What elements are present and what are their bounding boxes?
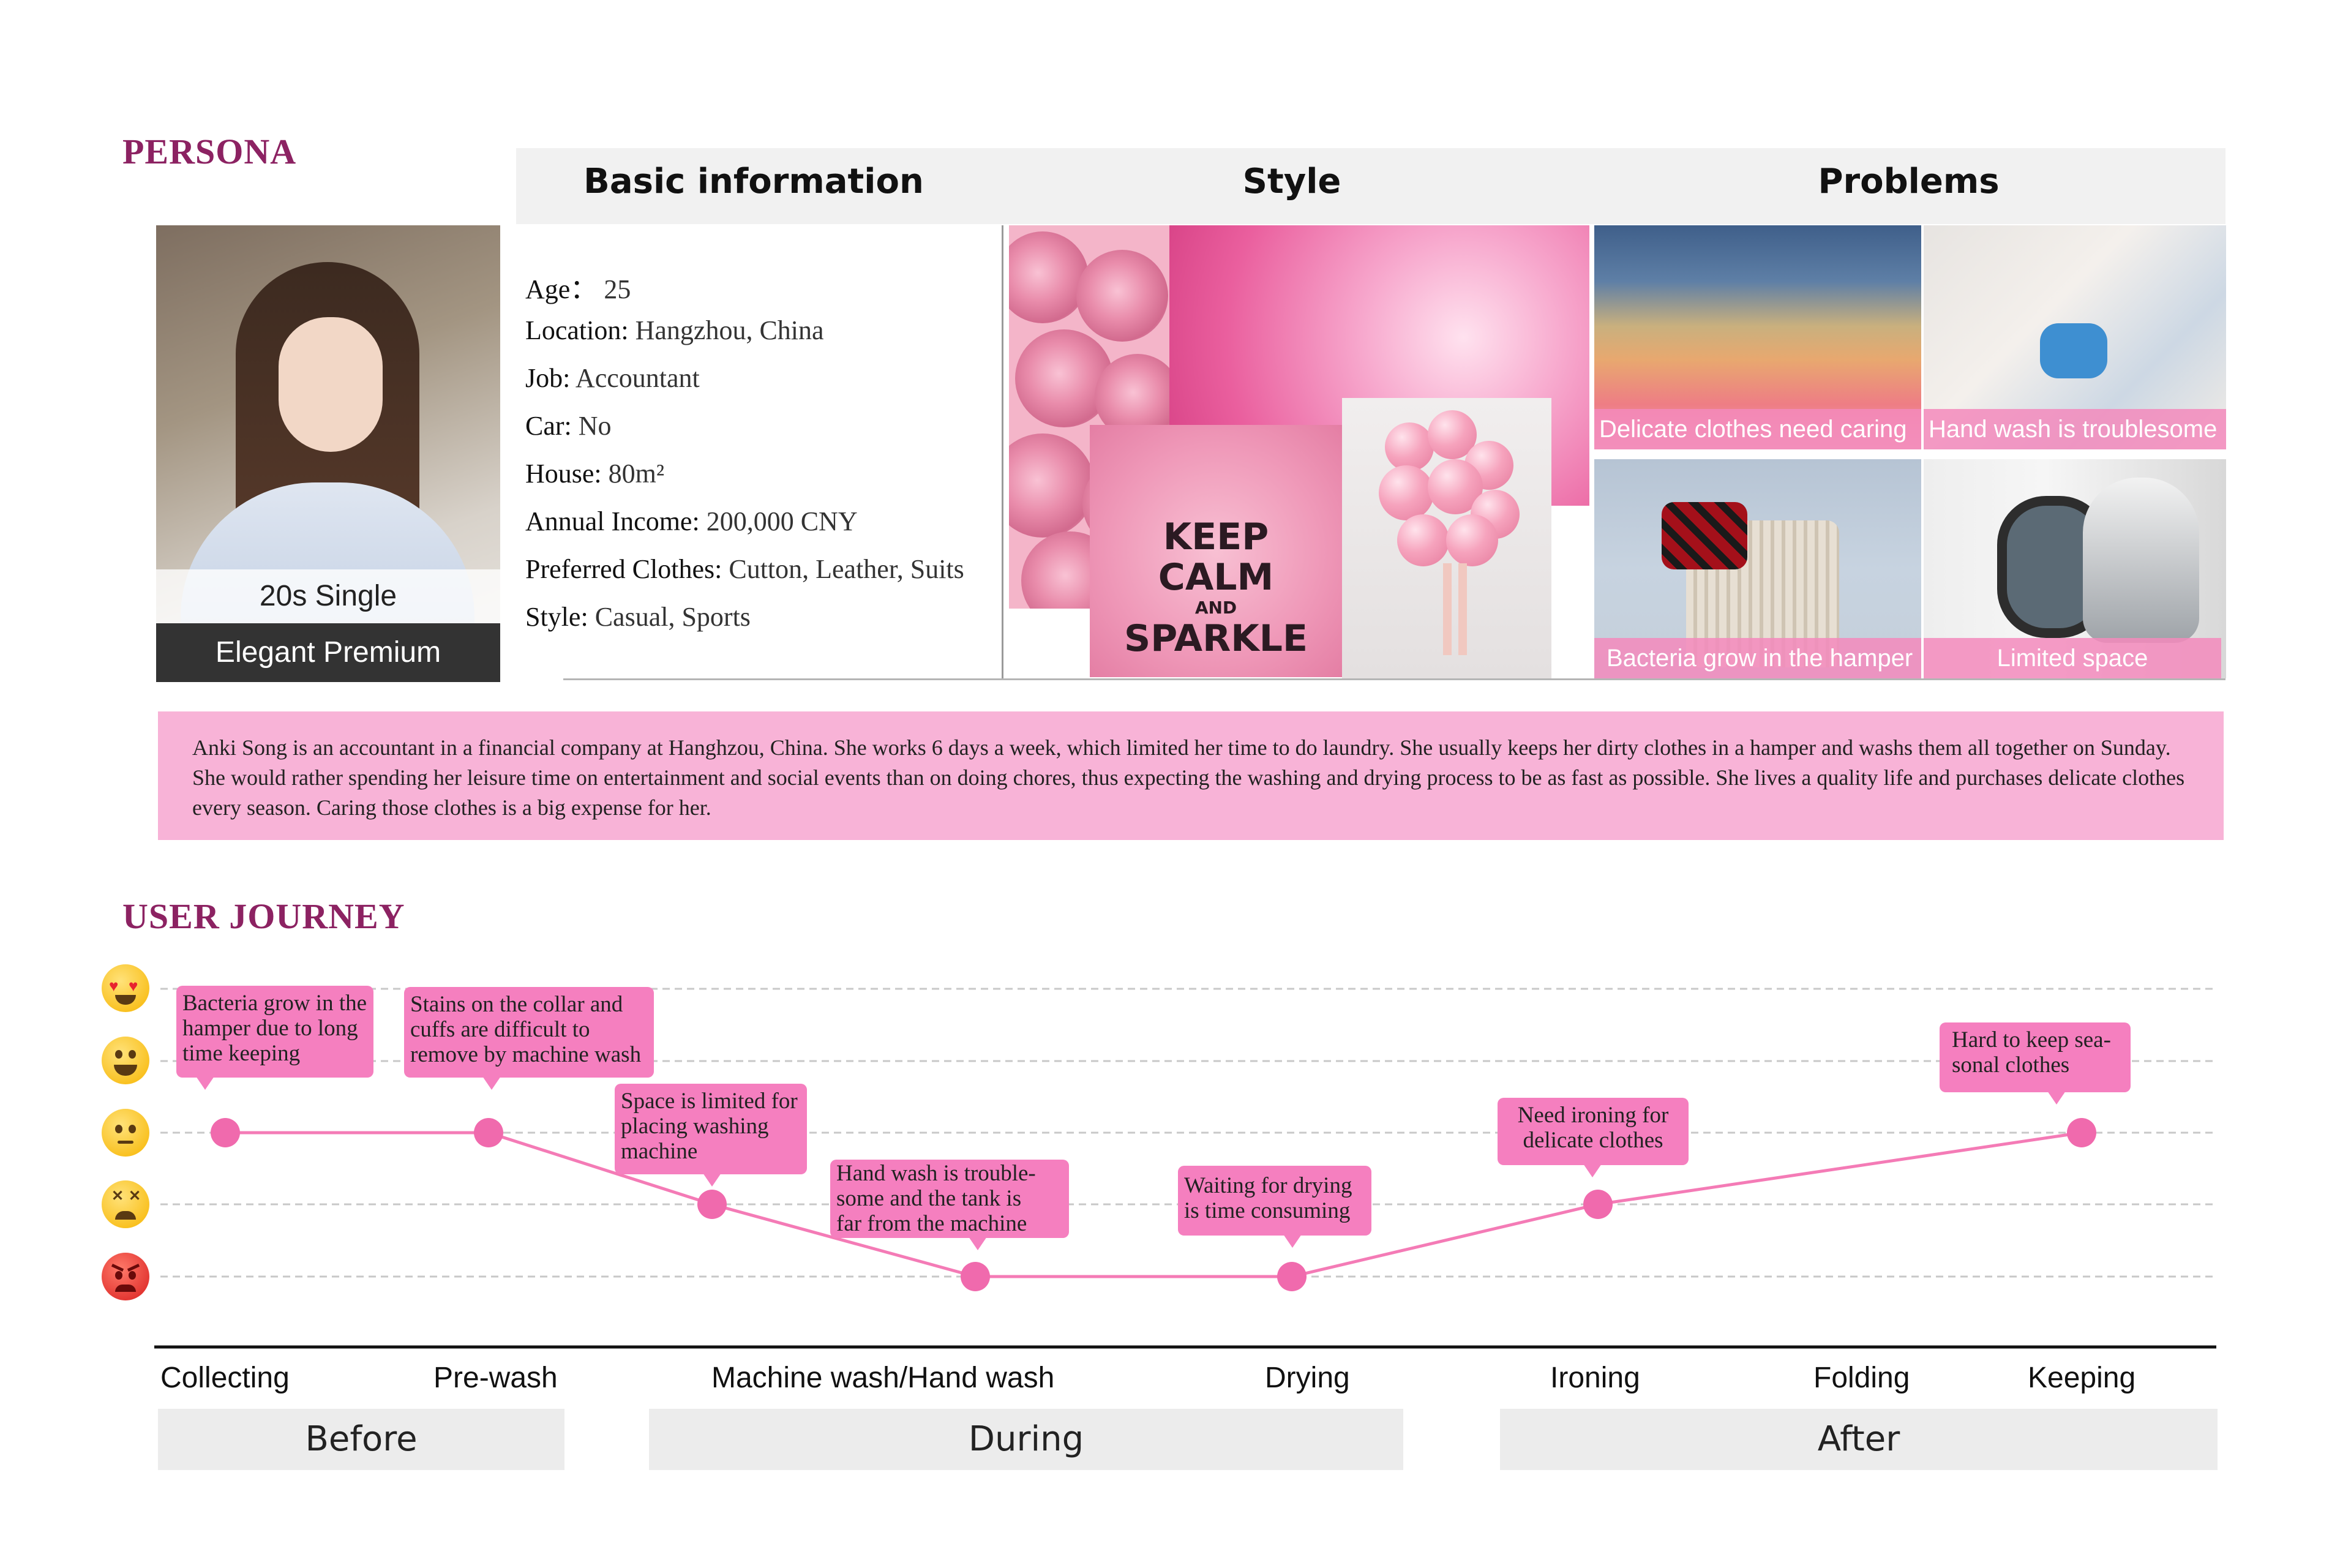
- journey-point-4: [1277, 1262, 1307, 1291]
- emotion-journey-chart: [154, 988, 2216, 1349]
- note-drying: Waiting for drying is time consuming: [1178, 1166, 1371, 1248]
- stage-folding: Folding: [1813, 1362, 1910, 1394]
- stage-keeping: Keeping: [2028, 1362, 2136, 1394]
- note-ironing: Need ironing for delicate clothes: [1498, 1098, 1689, 1177]
- stage-collecting: Collecting: [160, 1362, 290, 1394]
- stage-pre-wash: Pre-wash: [433, 1362, 558, 1394]
- phase-during: During: [649, 1409, 1403, 1470]
- note-hand-wash: Hand wash is trouble-some and the tank i…: [830, 1160, 1069, 1250]
- phase-before: Before: [158, 1409, 564, 1470]
- journey-point-6: [2067, 1118, 2096, 1147]
- journey-point-3: [961, 1262, 990, 1291]
- stage-machine-hand-wash: Machine wash/Hand wash: [711, 1362, 1055, 1394]
- journey-point-2: [697, 1190, 727, 1219]
- note-pre-wash: Stains on the collar and cuffs are diffic…: [404, 987, 654, 1090]
- note-keeping: Hard to keep sea-sonal clothes: [1940, 1022, 2131, 1105]
- journey-point-1: [474, 1118, 503, 1147]
- stage-ironing: Ironing: [1550, 1362, 1640, 1394]
- journey-point-5: [1583, 1190, 1613, 1219]
- journey-point-0: [211, 1118, 240, 1147]
- note-collecting: Bacteria grow in the hamper due to long ti…: [176, 986, 373, 1090]
- note-machine-wash: Space is limited for placing washing machi…: [615, 1084, 807, 1187]
- phase-after: After: [1500, 1409, 2218, 1470]
- stage-drying: Drying: [1265, 1362, 1350, 1394]
